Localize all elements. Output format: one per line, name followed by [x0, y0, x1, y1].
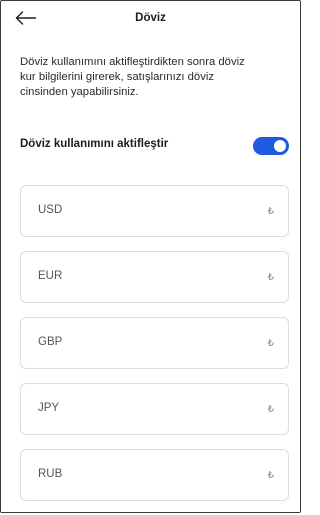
currency-field-rub[interactable]: RUB ₺ — [20, 449, 289, 501]
currency-code: GBP — [38, 336, 63, 348]
lira-icon: ₺ — [267, 338, 274, 349]
toggle-knob — [274, 140, 286, 152]
lira-icon: ₺ — [267, 206, 274, 217]
currency-field-eur[interactable]: EUR ₺ — [20, 251, 289, 303]
page-title: Döviz — [135, 12, 166, 24]
currency-field-usd[interactable]: USD ₺ — [20, 185, 289, 237]
currency-toggle[interactable] — [253, 137, 289, 155]
header: Döviz — [1, 1, 300, 37]
currency-field-jpy[interactable]: JPY ₺ — [20, 383, 289, 435]
currency-code: USD — [38, 204, 63, 216]
currency-list: USD ₺ EUR ₺ GBP ₺ JPY ₺ RUB ₺ — [20, 185, 289, 515]
currency-field-gbp[interactable]: GBP ₺ — [20, 317, 289, 369]
currency-code: JPY — [38, 402, 60, 414]
description-text: Döviz kullanımını aktifleştirdikten sonr… — [20, 56, 245, 98]
currency-toggle-row: Döviz kullanımını aktifleştir — [20, 135, 289, 157]
lira-icon: ₺ — [267, 404, 274, 415]
currency-code: EUR — [38, 270, 63, 282]
currency-code: RUB — [38, 468, 63, 480]
lira-icon: ₺ — [267, 470, 274, 481]
lira-icon: ₺ — [267, 272, 274, 283]
screen: Döviz Döviz kullanımını aktifleştirdikte… — [0, 0, 301, 513]
toggle-label: Döviz kullanımını aktifleştir — [20, 138, 169, 150]
